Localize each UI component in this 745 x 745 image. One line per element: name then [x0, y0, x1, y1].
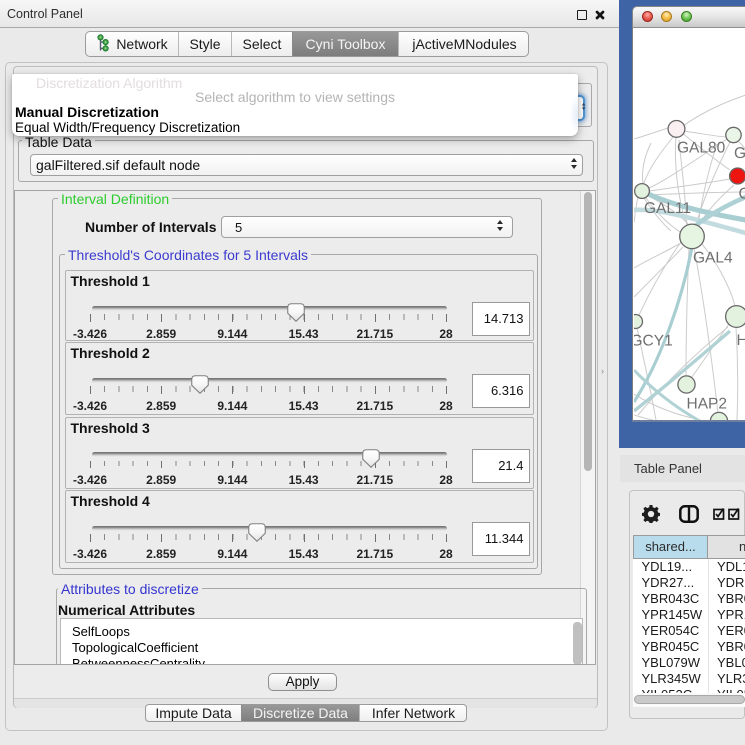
svg-text:CY: CY — [739, 186, 745, 203]
svg-text:GCY1: GCY1 — [634, 332, 673, 349]
svg-text:GAL80: GAL80 — [677, 140, 726, 157]
svg-text:HI: HI — [737, 332, 745, 349]
svg-text:HAP2: HAP2 — [687, 396, 728, 413]
svg-text:GAL4: GAL4 — [693, 250, 733, 267]
svg-text:GAL: GAL — [734, 145, 745, 162]
svg-text:GAL11: GAL11 — [644, 200, 691, 217]
